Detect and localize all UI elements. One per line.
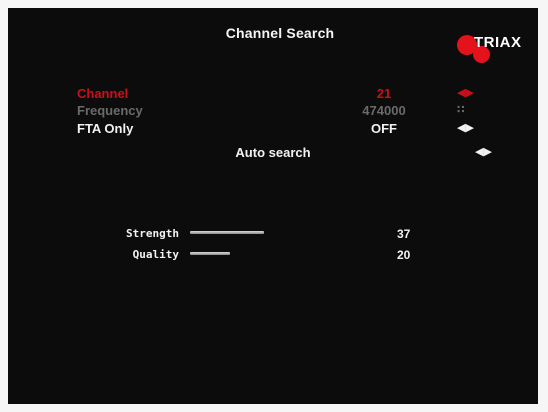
strength-bar-track bbox=[190, 231, 390, 235]
logo-text: TRIAX bbox=[474, 34, 522, 51]
menu-row-fta-only[interactable]: FTA Only OFF ◀▶ bbox=[8, 121, 538, 137]
left-right-arrows-icon[interactable]: ◀▶ bbox=[457, 86, 474, 99]
tv-osd-screen: Channel Search TRIAX Channel 21 ◀▶ Frequ… bbox=[8, 8, 538, 404]
triax-logo: TRIAX bbox=[453, 22, 528, 70]
strength-value: 37 bbox=[397, 227, 411, 241]
strength-bar bbox=[190, 231, 264, 234]
strength-label: Strength bbox=[126, 227, 179, 240]
fta-only-value: OFF bbox=[371, 121, 397, 136]
menu-row-channel[interactable]: Channel 21 ◀▶ bbox=[8, 86, 538, 102]
fta-only-label: FTA Only bbox=[77, 121, 134, 136]
quality-bar-track bbox=[190, 252, 390, 256]
menu-row-frequency: Frequency 474000 ∷ bbox=[8, 103, 538, 119]
left-right-arrows-icon[interactable]: ◀▶ bbox=[457, 121, 474, 134]
signal-quality-meter: Quality 20 bbox=[8, 248, 538, 264]
frequency-label: Frequency bbox=[77, 103, 143, 118]
channel-value: 21 bbox=[376, 86, 392, 101]
quality-bar bbox=[190, 252, 230, 255]
signal-strength-meter: Strength 37 bbox=[8, 227, 538, 243]
quality-label: Quality bbox=[132, 248, 179, 261]
quality-value: 20 bbox=[397, 248, 411, 262]
numeric-keypad-icon: ∷ bbox=[457, 104, 465, 116]
auto-search-label: Auto search bbox=[235, 145, 311, 160]
channel-label: Channel bbox=[77, 86, 129, 101]
frequency-value: 474000 bbox=[362, 103, 406, 118]
auto-search-row[interactable]: Auto search ◀▶ bbox=[8, 145, 538, 161]
left-right-arrows-icon[interactable]: ◀▶ bbox=[475, 145, 492, 158]
